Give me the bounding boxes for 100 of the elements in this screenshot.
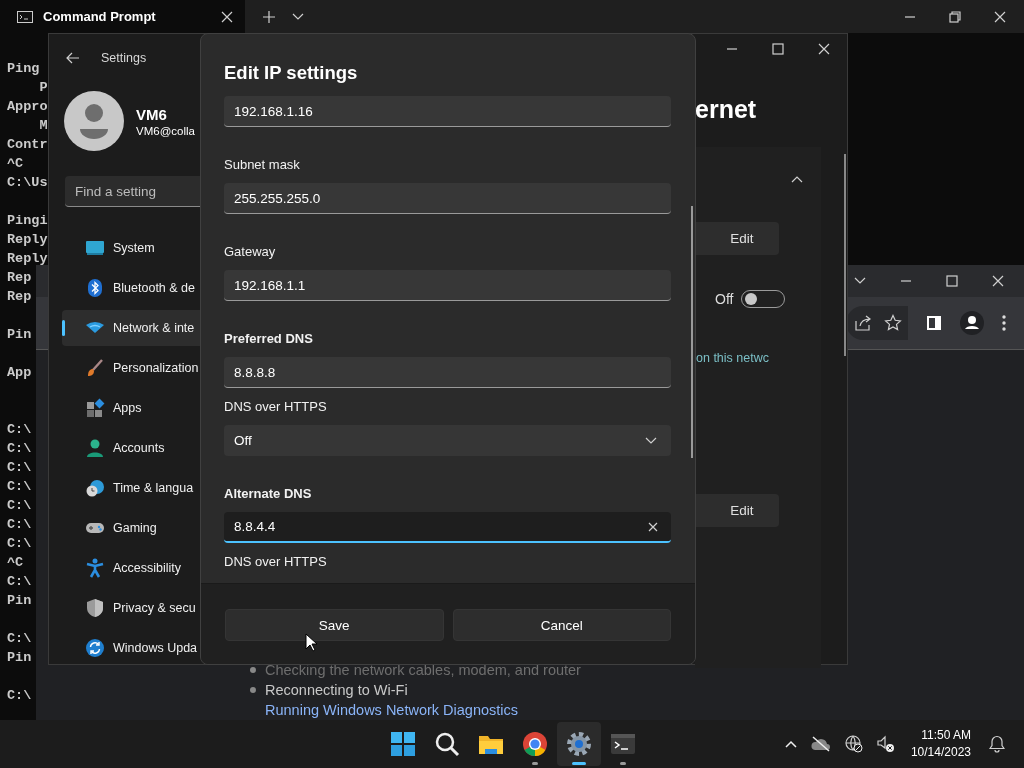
address-bar[interactable] — [846, 306, 908, 340]
close-icon[interactable] — [818, 43, 830, 55]
terminal-line: Pin — [7, 326, 33, 344]
terminal-line: Rep — [7, 288, 33, 306]
terminal-line: C:\ — [7, 459, 33, 477]
dropdown-icon[interactable] — [292, 12, 304, 21]
terminal-line: Ping — [7, 60, 41, 78]
chevron-down-icon[interactable] — [645, 436, 657, 445]
nav-item[interactable]: Accounts — [62, 430, 201, 466]
back-arrow-icon[interactable] — [66, 52, 80, 64]
nav-item[interactable]: Privacy & secu — [62, 590, 201, 626]
apps-grid-icon — [85, 398, 105, 418]
terminal-line: C:\Us — [7, 174, 48, 192]
nav-item[interactable]: Bluetooth & de — [62, 270, 201, 306]
dropdown-value: Off — [234, 433, 252, 448]
gear-icon — [565, 730, 593, 758]
text-field[interactable]: 255.255.255.0 — [224, 183, 671, 214]
windows-logo-icon — [389, 730, 417, 758]
terminal-line: Pingi — [7, 212, 48, 230]
cloud-off-icon[interactable] — [810, 736, 831, 752]
menu-icon[interactable] — [1002, 315, 1006, 331]
terminal-line: Appro — [7, 98, 48, 116]
terminal-line: App — [7, 364, 33, 382]
nav-item[interactable]: System — [62, 230, 201, 266]
refresh-icon — [85, 638, 105, 658]
terminal-line: Rep — [7, 269, 33, 287]
nav-item[interactable]: Personalization — [62, 350, 201, 386]
edit-button[interactable]: Edit — [695, 494, 779, 527]
terminal-line: C:\ — [7, 687, 33, 705]
taskbar-button[interactable] — [557, 722, 601, 766]
dropdown[interactable]: Off — [224, 425, 671, 456]
terminal-line: Reply — [7, 250, 48, 268]
text-field[interactable]: 8.8.8.8 — [224, 357, 671, 388]
tab-search-icon[interactable] — [854, 277, 866, 285]
dialog-title: Edit IP settings — [223, 61, 359, 85]
cancel-button[interactable]: Cancel — [452, 609, 671, 641]
clock[interactable]: 11:50 AM 10/14/2023 — [910, 727, 971, 761]
browser-icon — [521, 730, 549, 758]
bullet-icon — [250, 687, 256, 693]
text-field[interactable]: 192.168.1.1 — [224, 270, 671, 301]
terminal-line: ^C — [7, 554, 25, 572]
share-icon[interactable] — [854, 314, 872, 332]
nav-item[interactable]: Time & langua — [62, 470, 201, 506]
terminal-line: C:\ — [7, 535, 33, 553]
close-icon[interactable] — [992, 275, 1004, 287]
paintbrush-icon — [85, 358, 105, 378]
bell-icon[interactable] — [989, 735, 1005, 753]
edit-button[interactable]: Edit — [695, 222, 779, 255]
close-icon[interactable] — [221, 10, 233, 23]
terminal-line: P — [38, 79, 48, 97]
field-label: Alternate DNS — [224, 485, 313, 503]
terminal-line: Contr — [7, 136, 48, 154]
save-button[interactable]: Save — [225, 609, 444, 641]
monitor-icon — [85, 238, 105, 258]
clear-icon[interactable] — [648, 522, 658, 532]
plus-icon[interactable] — [263, 10, 275, 23]
clock-globe-icon — [85, 478, 105, 498]
terminal-line: M — [38, 117, 48, 135]
person-icon — [85, 438, 105, 458]
globe-blocked-icon[interactable] — [844, 735, 863, 753]
field-label: Preferred DNS — [224, 330, 314, 348]
page-title: ernet — [695, 95, 758, 125]
cmd-icon — [17, 10, 33, 23]
terminal-tab[interactable]: Command Prompt — [0, 0, 245, 33]
mouse-cursor-icon — [305, 633, 317, 652]
terminal-line: C:\ — [7, 478, 33, 496]
profile-icon[interactable] — [960, 311, 984, 335]
maximize-icon[interactable] — [946, 275, 958, 287]
nav-item[interactable]: Network & inte — [62, 310, 201, 346]
field-label: Subnet mask — [224, 156, 301, 174]
nav-item[interactable]: Apps — [62, 390, 201, 426]
close-icon[interactable] — [994, 10, 1006, 23]
list-item-text: Checking the network cables, modem, and router — [265, 661, 581, 679]
text-field[interactable]: 192.168.1.16 — [224, 96, 671, 127]
side-panel-icon[interactable] — [926, 315, 942, 331]
field-label: DNS over HTTPS — [224, 553, 328, 571]
search-field[interactable]: Find a setting — [65, 176, 201, 207]
terminal-line: Pin — [7, 592, 33, 610]
star-icon[interactable] — [884, 314, 902, 332]
link[interactable]: Running Windows Network Diagnostics — [265, 701, 519, 719]
chevron-up-icon[interactable] — [791, 174, 803, 183]
terminal-line: C:\ — [7, 516, 33, 534]
maximize-icon[interactable] — [772, 43, 784, 55]
speaker-muted-icon[interactable] — [876, 735, 895, 753]
nav-item[interactable]: Accessibility — [62, 550, 201, 586]
field-label: Gateway — [224, 243, 277, 261]
terminal-line: Pin — [7, 649, 33, 667]
restore-icon[interactable] — [949, 10, 961, 23]
terminal-line: C:\ — [7, 573, 33, 591]
nav-item[interactable]: Windows Upda — [62, 630, 201, 666]
text-field[interactable]: 8.8.4.4 — [224, 512, 671, 543]
bullet-icon — [250, 667, 256, 673]
terminal-line: Reply — [7, 231, 48, 249]
nav-item[interactable]: Gaming — [62, 510, 201, 546]
accessibility-icon — [85, 558, 105, 578]
terminal-line: C:\ — [7, 630, 33, 648]
link[interactable]: on this netwc — [695, 351, 769, 365]
avatar-icon — [64, 91, 124, 151]
user-name: VM6 — [136, 105, 168, 123]
tab-title: Command Prompt — [43, 9, 157, 24]
